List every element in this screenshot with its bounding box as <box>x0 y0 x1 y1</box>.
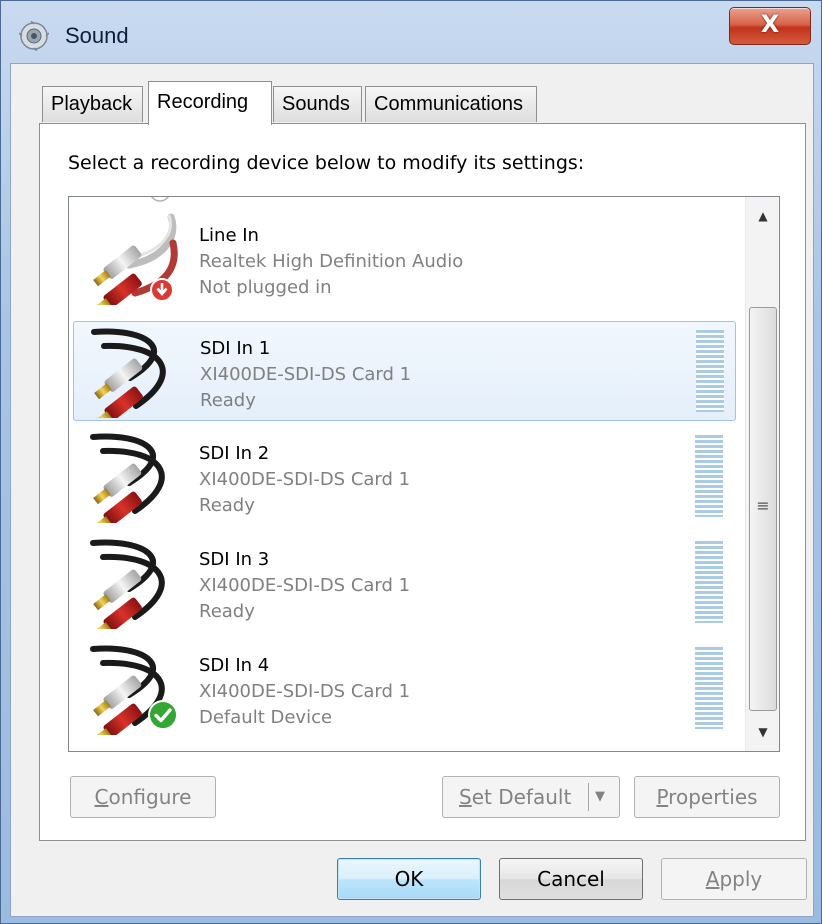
device-row-sdi-in-2[interactable]: SDI In 2 XI400DE-SDI-DS Card 1 Ready <box>73 427 736 527</box>
dropdown-arrow-icon[interactable]: ▼ <box>595 777 605 817</box>
sound-dialog: Sound X Playback Recording Sounds Commun… <box>0 0 822 924</box>
device-description: XI400DE-SDI-DS Card 1 <box>199 681 411 702</box>
tab-communications[interactable]: Communications <box>365 86 537 122</box>
tab-recording[interactable]: Recording <box>148 81 272 125</box>
rca-cable-icon <box>90 539 165 629</box>
device-row-sdi-in-4[interactable]: SDI In 4 XI400DE-SDI-DS Card 1 Default D… <box>73 639 736 739</box>
device-name: SDI In 4 <box>199 655 270 676</box>
rca-cable-icon <box>91 328 166 418</box>
device-row-sdi-in-1[interactable]: SDI In 1 XI400DE-SDI-DS Card 1 Ready <box>73 321 736 421</box>
device-description: XI400DE-SDI-DS Card 1 <box>199 575 411 596</box>
device-row-line-in[interactable]: Line In Realtek High Definition Audio No… <box>73 209 736 309</box>
scroll-up-icon[interactable]: ▲ <box>748 199 778 233</box>
rca-cable-icon <box>90 433 165 523</box>
tab-sounds[interactable]: Sounds <box>273 86 362 122</box>
level-meter <box>695 647 723 729</box>
window-title: Sound <box>65 23 129 48</box>
client-area: Playback Recording Sounds Communications… <box>10 63 814 917</box>
device-description: Realtek High Definition Audio <box>199 251 464 272</box>
properties-button[interactable]: Properties <box>634 776 780 818</box>
device-status: Ready <box>199 601 255 622</box>
configure-button[interactable]: Configure <box>70 776 216 818</box>
device-status: Default Device <box>199 707 333 728</box>
apply-button[interactable]: Apply <box>661 858 807 900</box>
close-button[interactable]: X <box>729 7 811 45</box>
grip-icon: ≡ <box>756 496 770 515</box>
ok-button[interactable]: OK <box>337 858 481 900</box>
close-icon: X <box>760 10 780 38</box>
scroll-thumb[interactable]: ≡ <box>749 307 777 711</box>
device-name: SDI In 2 <box>199 443 270 464</box>
device-status: Not plugged in <box>199 277 332 298</box>
device-description: XI400DE-SDI-DS Card 1 <box>199 469 411 490</box>
title-bar[interactable]: Sound X <box>1 1 821 63</box>
unplugged-icon <box>150 278 174 302</box>
cancel-button[interactable]: Cancel <box>499 858 643 900</box>
device-name: Line In <box>199 225 259 246</box>
default-check-icon <box>148 700 178 730</box>
split-separator <box>588 783 589 811</box>
vertical-scrollbar[interactable]: ▲ ≡ ▼ <box>745 197 779 751</box>
scroll-down-icon[interactable]: ▼ <box>748 715 778 749</box>
device-row-sdi-in-3[interactable]: SDI In 3 XI400DE-SDI-DS Card 1 Ready <box>73 533 736 633</box>
level-meter <box>696 330 724 412</box>
recording-tab-panel: Select a recording device below to modif… <box>39 123 806 841</box>
device-status: Ready <box>199 495 255 516</box>
level-meter <box>695 435 723 517</box>
device-name: SDI In 1 <box>200 338 271 359</box>
device-description: XI400DE-SDI-DS Card 1 <box>200 364 412 385</box>
set-default-button[interactable]: Set Default ▼ <box>442 776 620 818</box>
device-status-icon <box>151 197 169 202</box>
device-status: Ready <box>200 390 256 411</box>
recording-device-list[interactable]: Line In Realtek High Definition Audio No… <box>68 196 780 752</box>
tab-playback[interactable]: Playback <box>42 86 143 122</box>
speaker-app-icon <box>19 21 49 51</box>
device-name: SDI In 3 <box>199 549 270 570</box>
instruction-text: Select a recording device below to modif… <box>68 152 585 174</box>
level-meter <box>695 541 723 623</box>
